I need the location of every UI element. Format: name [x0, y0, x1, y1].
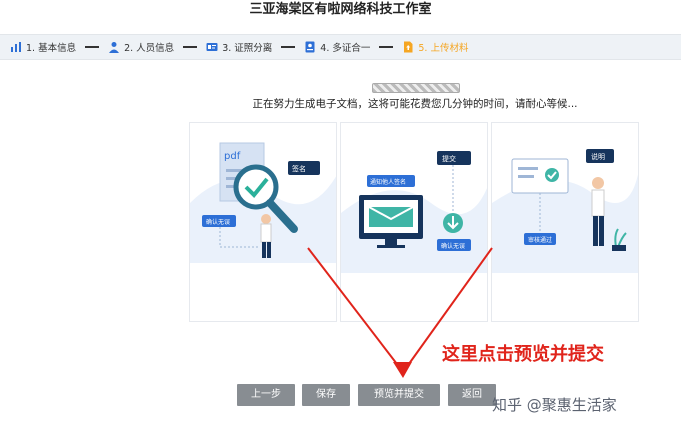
watermark: 知乎 @聚惠生活家	[492, 396, 617, 414]
save-button[interactable]: 保存	[302, 384, 350, 406]
annotation-arrows	[307, 247, 493, 378]
preview-submit-button[interactable]: 预览并提交	[358, 384, 440, 406]
prev-step-button[interactable]: 上一步	[237, 384, 295, 406]
back-button[interactable]: 返回	[448, 384, 496, 406]
arrow-head-icon	[393, 362, 412, 378]
annotation-text: 这里点击预览并提交	[442, 344, 604, 365]
